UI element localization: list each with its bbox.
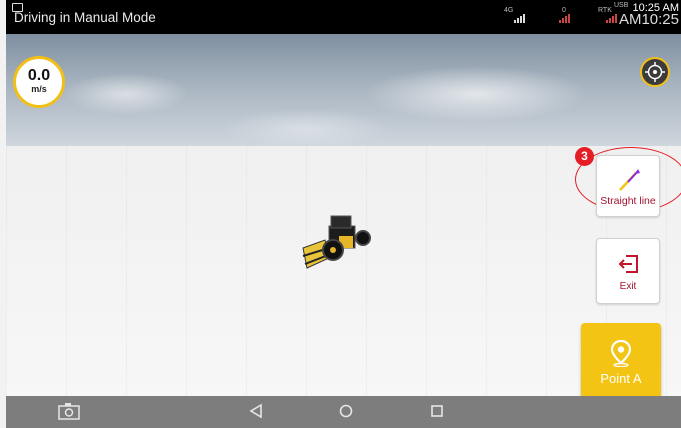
back-icon: [249, 403, 262, 419]
straight-line-button[interactable]: Straight line: [596, 155, 660, 217]
straight-line-label: Straight line: [600, 195, 656, 207]
network-2-label: 0: [562, 7, 566, 14]
speed-value: 0.0: [27, 67, 51, 84]
speed-unit: m/s: [31, 84, 47, 94]
compass-button[interactable]: [640, 57, 670, 87]
location-pin-icon: [610, 339, 632, 367]
point-a-button[interactable]: Point A: [581, 323, 661, 403]
recents-icon: [431, 405, 443, 417]
network-4g-label: 4G: [504, 7, 514, 14]
android-nav-bar: [6, 396, 681, 428]
signal-rtk-icon: [606, 14, 617, 23]
camera-icon: [58, 403, 80, 420]
recents-button[interactable]: [429, 402, 445, 425]
exit-icon: [618, 255, 638, 273]
home-icon: [339, 404, 353, 418]
straight-line-icon: [619, 169, 640, 191]
app-frame: Driving in Manual Mode 4G 0 RTK USB 10:2…: [0, 0, 681, 428]
compass-icon: [645, 62, 665, 82]
exit-label: Exit: [619, 281, 637, 292]
clock-big: AM10:25: [618, 11, 679, 28]
home-button[interactable]: [338, 402, 354, 425]
signal-4g-icon: [514, 14, 525, 23]
status-bar: Driving in Manual Mode 4G 0 RTK USB 10:2…: [6, 0, 681, 34]
exit-button[interactable]: Exit: [596, 238, 660, 304]
back-button[interactable]: [248, 402, 264, 425]
signal-2-icon: [559, 14, 570, 23]
status-title: Driving in Manual Mode: [14, 10, 156, 25]
point-a-label: Point A: [600, 371, 642, 386]
camera-button[interactable]: [58, 402, 80, 425]
tractor-model: [295, 208, 375, 280]
step-badge: 3: [575, 147, 594, 166]
network-rtk-label: RTK: [598, 7, 612, 14]
clock: 10:25 AM AM10:25: [618, 3, 679, 28]
sky-background: [6, 34, 681, 146]
speed-gauge: 0.0 m/s: [13, 56, 65, 108]
